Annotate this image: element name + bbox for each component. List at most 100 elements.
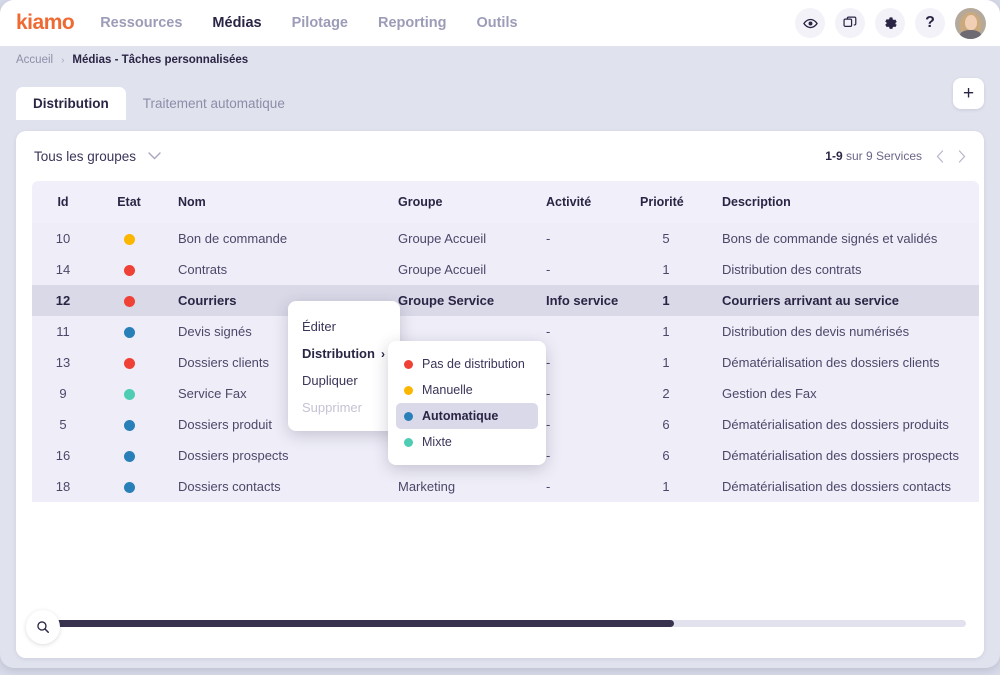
tab-distribution[interactable]: Distribution: [16, 87, 126, 120]
context-menu-item-label: Distribution: [302, 346, 375, 361]
cell-groupe: Groupe Accueil: [398, 262, 487, 277]
status-dot-pas-de-distribution: [123, 265, 135, 277]
app-window: kiamo Ressources Médias Pilotage Reporti…: [0, 0, 1000, 668]
cell-activite: -: [546, 448, 551, 463]
cell-activite: -: [546, 355, 551, 370]
context-menu-item-distribution[interactable]: Distribution ›: [288, 340, 400, 367]
cell-activite: -: [546, 324, 551, 339]
help-icon[interactable]: ?: [915, 8, 945, 38]
cell-activite: Info service: [546, 293, 619, 308]
submenu-item-automatique[interactable]: Automatique: [396, 403, 538, 429]
column-header-priorite[interactable]: Priorité: [630, 181, 720, 223]
pagination-prev-icon[interactable]: [936, 149, 944, 163]
nav-item-pilotage[interactable]: Pilotage: [292, 15, 348, 31]
cell-nom: Dossiers contacts: [178, 479, 281, 494]
windows-icon[interactable]: [835, 8, 865, 38]
cell-etat: [94, 223, 164, 254]
submenu-item-pasdedistribution[interactable]: Pas de distribution: [396, 351, 538, 377]
table-header-row: Id Etat Nom Groupe Activité Priorité Des…: [32, 181, 979, 223]
kiamo-logo[interactable]: kiamo: [16, 11, 75, 35]
context-menu-item-label: Supprimer: [302, 400, 362, 415]
nav-item-reporting[interactable]: Reporting: [378, 15, 446, 31]
nav-item-ressources[interactable]: Ressources: [100, 15, 182, 31]
tab-list: Distribution Traitement automatique: [16, 87, 302, 120]
table-row[interactable]: 18 Dossiers contacts Marketing - 1 Dématérial…: [32, 471, 979, 502]
cell-id: 14: [55, 262, 71, 277]
cell-etat: [94, 254, 164, 285]
nav-item-medias[interactable]: Médias: [212, 15, 261, 31]
column-header-id[interactable]: Id: [32, 181, 94, 223]
pagination-next-icon[interactable]: [958, 149, 966, 163]
context-menu-item-diter[interactable]: Éditer: [288, 313, 400, 340]
column-header-etat[interactable]: Etat: [94, 181, 164, 223]
status-dot-automatique: [123, 420, 135, 432]
main-nav-items: Ressources Médias Pilotage Reporting Out…: [100, 15, 517, 31]
breadcrumb-current: Médias - Tâches personnalisées: [72, 54, 249, 66]
cell-priorite: 6: [662, 448, 670, 463]
cell-priorite: 5: [662, 231, 670, 246]
column-header-nom[interactable]: Nom: [164, 181, 384, 223]
add-task-button[interactable]: +: [953, 78, 984, 109]
cell-id: 10: [55, 231, 71, 246]
column-header-groupe[interactable]: Groupe: [384, 181, 532, 223]
avatar-face: [964, 14, 977, 30]
cell-id: 16: [55, 448, 71, 463]
context-menu-item-supprimer: Supprimer: [288, 394, 400, 421]
cell-etat: [94, 409, 164, 440]
cell-id: 13: [55, 355, 71, 370]
cell-id: 18: [55, 479, 71, 494]
card-toolbar: Tous les groupes 1-9 sur 9 Services: [16, 131, 984, 181]
gear-icon[interactable]: [875, 8, 905, 38]
cell-groupe: Groupe Service: [398, 293, 495, 308]
column-header-description[interactable]: Description: [720, 181, 979, 223]
tab-bar: Distribution Traitement automatique +: [0, 74, 1000, 120]
cell-etat: [94, 471, 164, 502]
cell-activite: -: [546, 479, 551, 494]
cell-description: Courriers arrivant au service: [722, 293, 900, 308]
search-icon[interactable]: [26, 610, 60, 644]
group-filter-label: Tous les groupes: [34, 148, 137, 164]
table-row[interactable]: 10 Bon de commande Groupe Accueil - 5 Bons de…: [32, 223, 979, 254]
cell-activite: -: [546, 417, 551, 432]
context-menu-item-label: Dupliquer: [302, 373, 358, 388]
cell-description: Dématérialisation des dossiers contacts: [722, 479, 952, 494]
column-header-activite[interactable]: Activité: [532, 181, 630, 223]
pagination-rest: sur 9 Services: [842, 149, 922, 163]
group-filter-dropdown[interactable]: Tous les groupes: [34, 147, 161, 165]
submenu-item-label: Mixte: [422, 435, 452, 449]
cell-description: Gestion des Fax: [722, 386, 817, 401]
status-dot-pas-de-distribution: [123, 296, 135, 308]
cell-nom: Bon de commande: [178, 231, 288, 246]
breadcrumb: Accueil › Médias - Tâches personnalisées: [0, 46, 1000, 74]
cell-id: 5: [59, 417, 67, 432]
breadcrumb-separator: ›: [61, 54, 65, 66]
cell-nom: Dossiers prospects: [178, 448, 289, 463]
cell-priorite: 2: [662, 386, 670, 401]
context-menu-item-dupliquer[interactable]: Dupliquer: [288, 367, 400, 394]
tab-traitement-automatique[interactable]: Traitement automatique: [126, 87, 302, 120]
pagination-count: 1-9 sur 9 Services: [825, 149, 922, 163]
table-row[interactable]: 14 Contrats Groupe Accueil - 1 Distribution d…: [32, 254, 979, 285]
pagination-range: 1-9: [825, 149, 843, 163]
table-header: Id Etat Nom Groupe Activité Priorité Des…: [32, 181, 979, 223]
cell-description: Distribution des contrats: [722, 262, 862, 277]
submenu-status-dot: [404, 411, 413, 421]
cell-priorite: 1: [662, 324, 670, 339]
cell-activite: -: [546, 231, 551, 246]
submenu-item-mixte[interactable]: Mixte: [396, 429, 538, 455]
horizontal-scrollbar-thumb[interactable]: [54, 620, 674, 627]
avatar[interactable]: [955, 7, 986, 39]
cell-priorite: 1: [662, 479, 670, 494]
table-row[interactable]: 12 Courriers Groupe Service Info service 1 Co…: [32, 285, 979, 316]
horizontal-scrollbar-track[interactable]: [54, 620, 966, 627]
submenu-item-manuelle[interactable]: Manuelle: [396, 377, 538, 403]
cell-description: Dématérialisation des dossiers clients: [722, 355, 940, 370]
cell-priorite: 6: [662, 417, 670, 432]
breadcrumb-home[interactable]: Accueil: [16, 54, 53, 66]
chevron-right-icon: ›: [380, 346, 385, 361]
cell-groupe: Marketing: [398, 479, 456, 494]
eye-icon[interactable]: [795, 8, 825, 38]
cell-id: 12: [55, 293, 71, 308]
nav-item-outils[interactable]: Outils: [476, 15, 517, 31]
top-navigation-bar: kiamo Ressources Médias Pilotage Reporti…: [0, 0, 1000, 46]
